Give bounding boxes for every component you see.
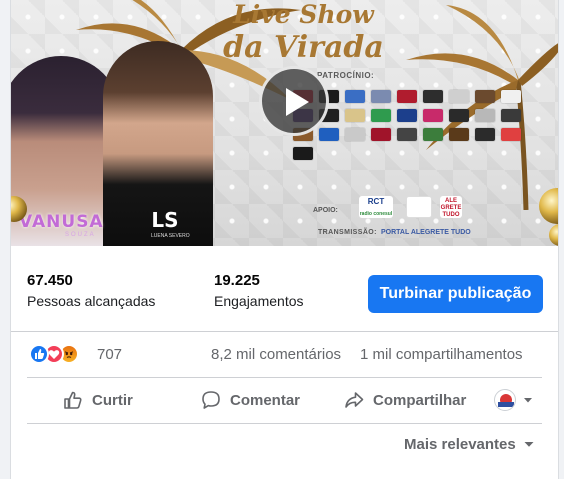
sponsor-logo xyxy=(501,109,521,122)
share-label: Compartilhar xyxy=(373,391,467,409)
sponsor-logo xyxy=(293,147,313,160)
caret-down-icon xyxy=(524,442,534,447)
show-title-line1: Live Show xyxy=(233,0,374,29)
sponsor-logo xyxy=(501,128,521,141)
thumbs-up-icon xyxy=(64,391,82,409)
actions-divider xyxy=(27,423,542,424)
sponsor-logo xyxy=(475,109,495,122)
sponsor-logo xyxy=(475,90,495,103)
page-avatar xyxy=(494,389,516,411)
sponsor-logo xyxy=(371,109,391,122)
play-icon xyxy=(286,88,309,116)
stats-divider xyxy=(11,331,558,332)
share-button[interactable]: Compartilhar xyxy=(344,382,484,418)
comment-sort-selector[interactable]: Mais relevantes xyxy=(404,432,537,456)
artist-right-name: LUENA SEVERO xyxy=(151,233,190,239)
reactions-divider xyxy=(27,377,542,378)
sponsor-logo xyxy=(371,128,391,141)
sort-label: Mais relevantes xyxy=(404,435,516,453)
reach-label: Pessoas alcançadas xyxy=(27,293,156,309)
sponsor-logo xyxy=(319,128,339,141)
comment-label: Comentar xyxy=(230,391,301,409)
sponsor-logo xyxy=(345,90,365,103)
engagement-label: Engajamentos xyxy=(214,293,304,309)
sponsor-logo xyxy=(423,109,443,122)
engagement-value: 19.225 xyxy=(214,272,260,289)
boost-post-button[interactable]: Turbinar publicação xyxy=(368,275,543,313)
post-video[interactable]: Live Show da Virada VANUSA SOUZA LS LUEN… xyxy=(11,0,558,246)
sponsor-logo xyxy=(397,90,417,103)
sponsor-logo xyxy=(449,128,469,141)
sponsor-logo xyxy=(397,109,417,122)
support-logo-rct: RCT radio conesul xyxy=(359,196,393,218)
show-title-line2: da Virada xyxy=(223,30,384,65)
broadcast-heading: TRANSMISSÃO: xyxy=(318,229,377,236)
sponsor-logo xyxy=(449,90,469,103)
sponsor-logo xyxy=(501,90,521,103)
reactions-count[interactable]: 707 xyxy=(97,346,122,363)
reactions-summary: 707 8,2 mil comentários 1 mil compartilh… xyxy=(11,340,558,368)
sponsor-logo-grid xyxy=(293,90,543,160)
artist-right-logo: LS xyxy=(151,208,179,232)
sponsor-logo xyxy=(371,90,391,103)
shares-count[interactable]: 1 mil compartilhamentos xyxy=(360,346,523,363)
sponsor-heading: PATROCÍNIO: xyxy=(317,71,375,80)
like-button[interactable]: Curtir xyxy=(63,382,183,418)
post-card: Live Show da Virada VANUSA SOUZA LS LUEN… xyxy=(10,0,559,479)
comment-icon xyxy=(202,391,220,409)
post-as-selector[interactable] xyxy=(494,382,546,418)
broadcast-channel: PORTAL ALEGRETE TUDO xyxy=(381,229,471,236)
reach-value: 67.450 xyxy=(27,272,73,289)
comments-count[interactable]: 8,2 mil comentários xyxy=(211,346,341,363)
caret-down-icon xyxy=(524,398,532,403)
comment-button[interactable]: Comentar xyxy=(201,382,331,418)
support-logo-alegrete: ALE GRETE TUDO xyxy=(440,196,462,218)
sponsor-logo xyxy=(397,128,417,141)
reaction-icons[interactable] xyxy=(29,344,93,364)
post-insights: 67.450 Pessoas alcançadas 19.225 Engajam… xyxy=(11,246,558,329)
sponsor-logo xyxy=(423,128,443,141)
sponsor-logo xyxy=(449,109,469,122)
sponsor-logo xyxy=(345,128,365,141)
artist-left-surname: SOUZA xyxy=(65,232,96,238)
sponsor-logo xyxy=(345,109,365,122)
sponsor-logo xyxy=(475,128,495,141)
share-icon xyxy=(345,392,364,408)
artist-left-name: VANUSA xyxy=(19,212,104,232)
like-label: Curtir xyxy=(92,391,133,409)
sponsor-logo xyxy=(423,90,443,103)
show-title: Live Show da Virada xyxy=(211,2,396,63)
support-logo-radio xyxy=(406,196,432,218)
play-button[interactable] xyxy=(259,66,329,136)
like-reaction-icon xyxy=(29,344,49,364)
support-heading: APOIO: xyxy=(313,207,338,214)
